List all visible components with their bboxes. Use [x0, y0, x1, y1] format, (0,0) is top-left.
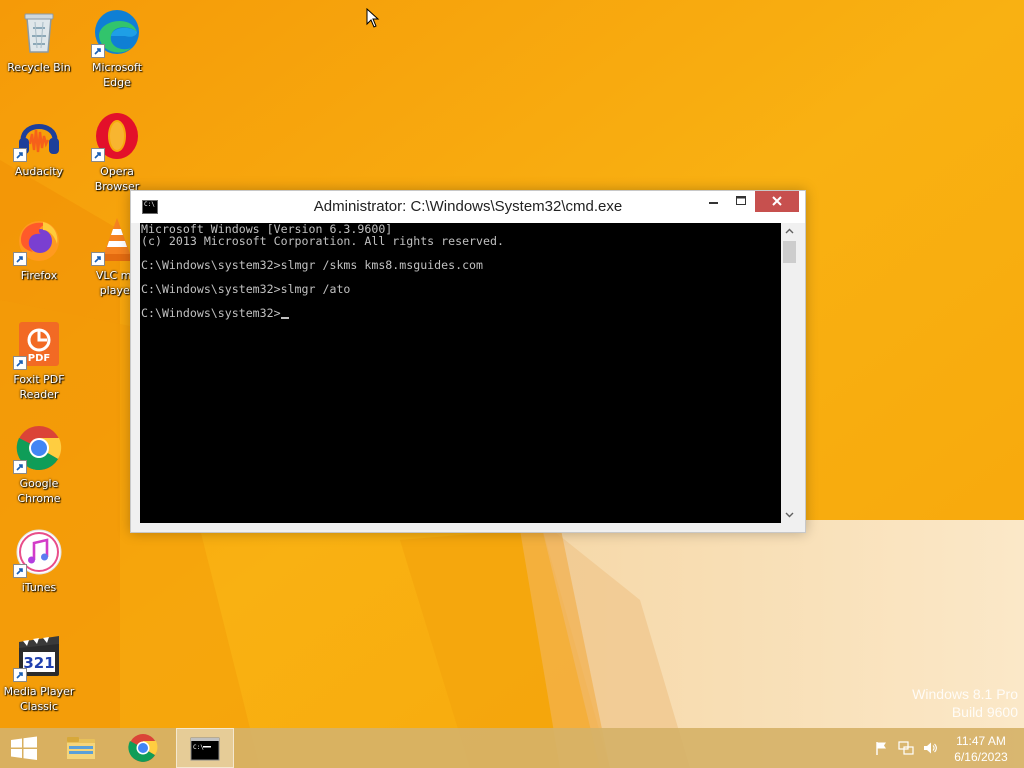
chrome-icon: [128, 734, 158, 762]
shortcut-arrow-icon: [13, 148, 27, 162]
desktop-icon-audacity[interactable]: Audacity: [0, 110, 78, 179]
desktop-icon-microsoft-edge[interactable]: Microsoft Edge: [78, 6, 156, 90]
clock-date: 6/16/2023: [954, 750, 1008, 764]
edge-icon: [91, 6, 143, 58]
desktop-icon-label: Foxit PDF Reader: [13, 373, 65, 401]
clock-time: 11:47 AM: [956, 734, 1006, 748]
scroll-thumb[interactable]: [783, 241, 796, 263]
text-cursor: [280, 317, 289, 319]
console-output[interactable]: Microsoft Windows [Version 6.3.9600] (c)…: [140, 223, 781, 523]
network-icon[interactable]: [898, 740, 914, 756]
chrome-icon: [13, 422, 65, 474]
cmd-app-icon[interactable]: C:\: [142, 200, 158, 214]
svg-text:C:\: C:\: [193, 744, 204, 751]
desktop-icon-media-player-classic[interactable]: 321 Media Player Classic: [0, 630, 78, 714]
console-line: C:\Windows\system32>slmgr /ato: [141, 282, 351, 296]
firefox-icon: [13, 214, 65, 266]
svg-text:321: 321: [23, 654, 54, 672]
shortcut-arrow-icon: [13, 564, 27, 578]
chevron-up-icon: [785, 228, 794, 234]
system-clock[interactable]: 11:47 AM 6/16/2023: [940, 733, 1022, 765]
shortcut-arrow-icon: [13, 460, 27, 474]
shortcut-arrow-icon: [91, 148, 105, 162]
minimize-button[interactable]: [700, 191, 726, 212]
shortcut-arrow-icon: [13, 668, 27, 682]
desktop-icon-label: Media Player Classic: [3, 685, 75, 713]
desktop-icon-recycle-bin[interactable]: Recycle Bin: [0, 6, 78, 75]
close-icon: [772, 196, 782, 206]
itunes-icon: [13, 526, 65, 578]
desktop-icon-label: Audacity: [14, 165, 64, 178]
media-player-classic-icon: 321: [13, 630, 65, 682]
cmd-window[interactable]: Administrator: C:\Windows\System32\cmd.e…: [130, 190, 806, 533]
window-titlebar[interactable]: Administrator: C:\Windows\System32\cmd.e…: [131, 191, 805, 223]
desktop-icon-opera-browser[interactable]: Opera Browser: [78, 110, 156, 194]
chevron-down-icon: [785, 512, 794, 518]
mouse-cursor-icon: [366, 8, 380, 28]
volume-icon[interactable]: [922, 740, 938, 756]
watermark-build: Build 9600: [951, 704, 1018, 720]
desktop-icon-label: Google Chrome: [17, 477, 61, 505]
console-line: (c) 2013 Microsoft Corporation. All righ…: [141, 234, 504, 248]
windows-logo-icon: [11, 736, 37, 760]
minimize-icon: [709, 202, 718, 204]
shortcut-arrow-icon: [91, 44, 105, 58]
start-button[interactable]: [0, 728, 48, 768]
desktop-icon-label: Firefox: [20, 269, 58, 282]
desktop-icon-foxit-pdf-reader[interactable]: PDF Foxit PDF Reader: [0, 318, 78, 402]
opera-icon: [91, 110, 143, 162]
desktop-icon-firefox[interactable]: Firefox: [0, 214, 78, 283]
shortcut-arrow-icon: [13, 252, 27, 266]
shortcut-arrow-icon: [13, 356, 27, 370]
console-prompt-line[interactable]: C:\Windows\system32>: [141, 307, 781, 319]
scroll-down-button[interactable]: [781, 506, 798, 523]
vertical-scrollbar[interactable]: [781, 223, 798, 523]
shortcut-arrow-icon: [91, 252, 105, 266]
cmd-app-icon-text: C:\: [144, 201, 155, 208]
taskbar-file-explorer[interactable]: [58, 728, 104, 768]
maximize-icon: [736, 196, 746, 205]
desktop-icon-label: Recycle Bin: [7, 61, 71, 74]
desktop-icon-label: Microsoft Edge: [91, 61, 143, 89]
close-button[interactable]: [755, 191, 799, 212]
console-line: C:\Windows\system32>slmgr /skms kms8.msg…: [141, 258, 484, 272]
action-center-flag-icon[interactable]: [874, 740, 890, 756]
desktop-icon-itunes[interactable]: iTunes: [0, 526, 78, 595]
svg-text:PDF: PDF: [28, 353, 50, 364]
folder-icon: [67, 737, 95, 759]
audacity-icon: [13, 110, 65, 162]
cmd-icon: C:\: [190, 737, 220, 761]
taskbar-google-chrome[interactable]: [120, 728, 166, 768]
maximize-button[interactable]: [728, 191, 754, 212]
watermark-edition: Windows 8.1 Pro: [912, 686, 1018, 702]
windows-version-watermark: Windows 8.1 Pro Build 9600: [912, 685, 1018, 721]
taskbar: C:\ 11:47 AM 6/16/2023: [0, 728, 1024, 768]
desktop-icon-google-chrome[interactable]: Google Chrome: [0, 422, 78, 506]
taskbar-command-prompt[interactable]: C:\: [176, 728, 234, 768]
recycle-bin-icon: [13, 6, 65, 58]
scroll-up-button[interactable]: [781, 223, 798, 240]
console-prompt: C:\Windows\system32>: [141, 306, 281, 320]
foxit-pdf-icon: PDF: [13, 318, 65, 370]
desktop-icon-label: iTunes: [21, 581, 57, 594]
